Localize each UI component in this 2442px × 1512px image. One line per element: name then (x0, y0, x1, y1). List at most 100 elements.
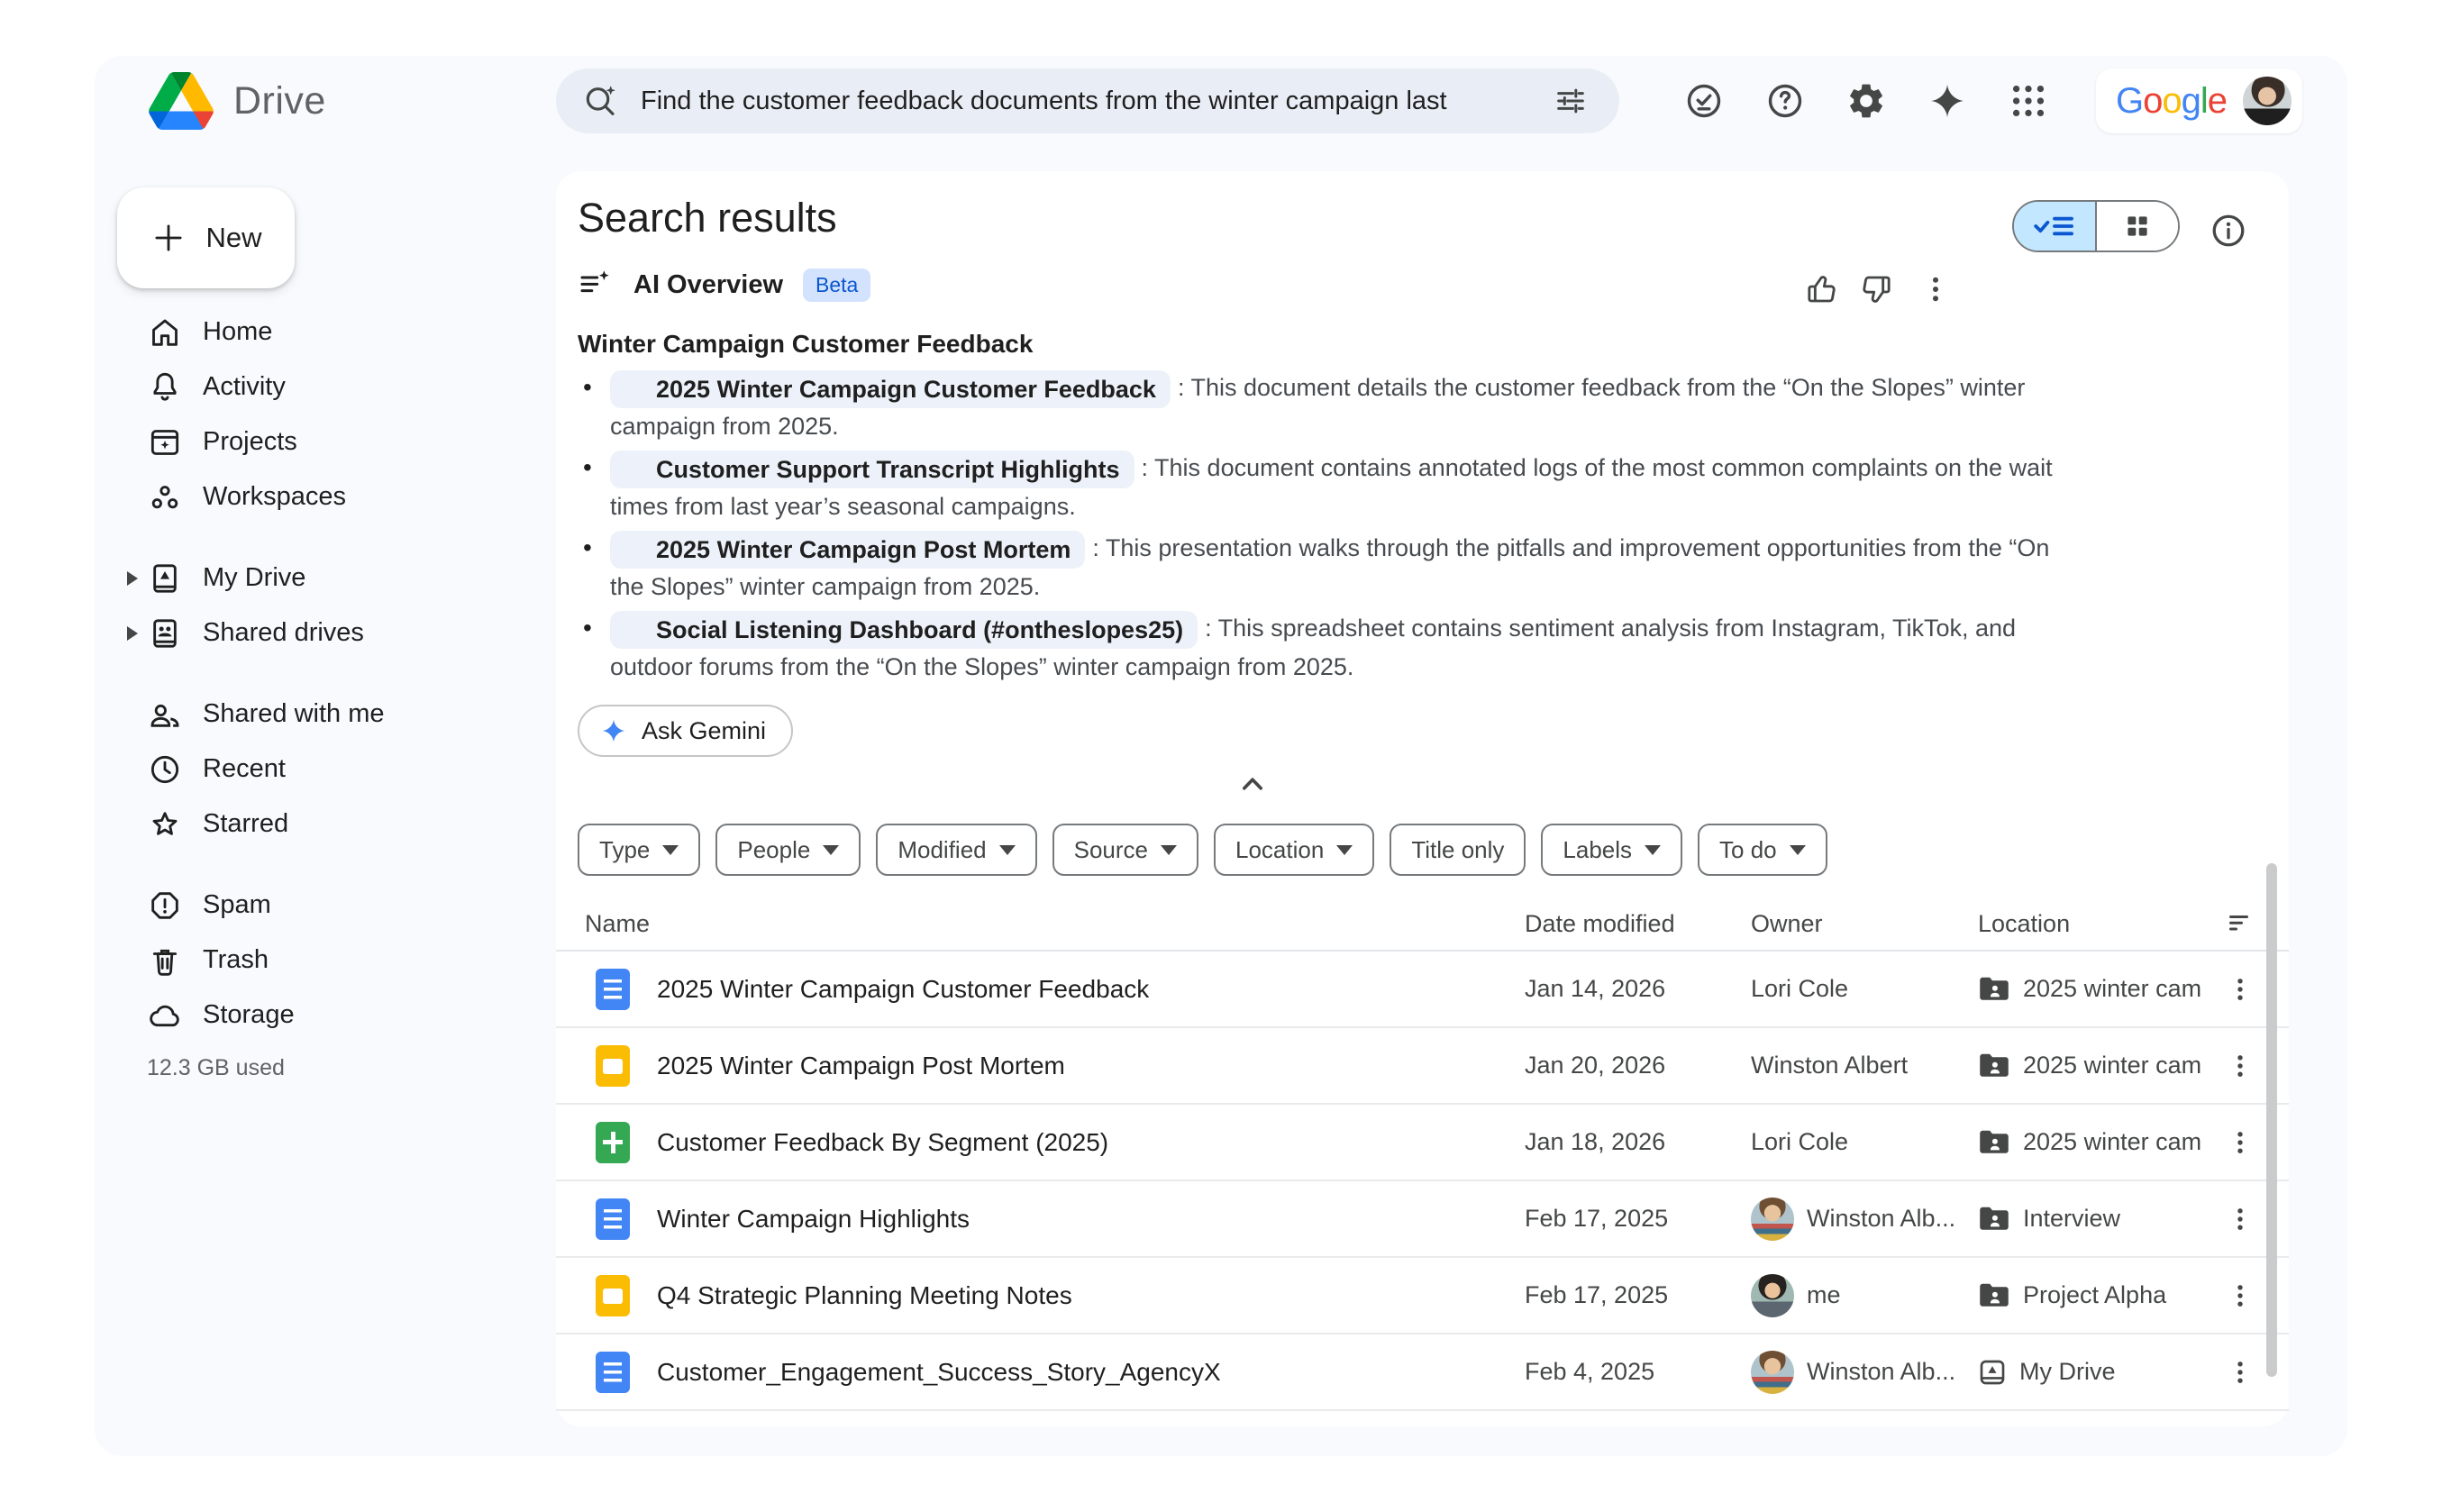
filter-chip[interactable]: People (715, 824, 861, 876)
file-type-icon (596, 1352, 630, 1393)
bell-icon (147, 369, 183, 405)
plus-icon (150, 219, 187, 257)
search-options-button[interactable] (1545, 76, 1596, 126)
sidebar-item-home[interactable]: Home (95, 305, 556, 360)
user-avatar[interactable] (2243, 77, 2292, 125)
results-table: Name Date modified Owner Location 2025 W… (556, 897, 2289, 1411)
column-header-date-modified[interactable]: Date modified (1525, 910, 1751, 938)
google-account-chip[interactable]: Google (2096, 68, 2302, 133)
file-row[interactable]: Customer Feedback By Segment (2025) Jan … (556, 1105, 2289, 1181)
sidebar-item-spam[interactable]: Spam (95, 878, 556, 933)
ai-overview-menu-button[interactable] (1915, 269, 1956, 310)
thumbs-down-button[interactable] (1857, 269, 1899, 310)
file-row[interactable]: 2025 Winter Campaign Customer Feedback J… (556, 952, 2289, 1028)
kebab-menu-icon (2225, 1357, 2255, 1388)
row-menu-button[interactable] (2220, 1353, 2260, 1392)
list-view-button[interactable] (2014, 202, 2095, 250)
ai-overview-bullet: 2025 Winter Campaign Customer Feedback: … (578, 369, 2073, 444)
row-menu-button[interactable] (2220, 1046, 2260, 1086)
file-type-icon (596, 1275, 630, 1316)
file-location: Interview (2023, 1205, 2120, 1233)
sidebar-item-activity[interactable]: Activity (95, 360, 556, 414)
collapse-ai-overview-button[interactable] (1227, 759, 1278, 809)
topbar-actions (1679, 76, 2054, 126)
chevron-down-icon (823, 845, 839, 855)
grid-view-button[interactable] (2095, 202, 2178, 250)
row-menu-button[interactable] (2220, 970, 2260, 1009)
cloud-icon (147, 997, 183, 1034)
sidebar-item-trash[interactable]: Trash (95, 933, 556, 988)
info-icon (2209, 211, 2248, 250)
file-row[interactable]: Customer_Engagement_Success_Story_Agency… (556, 1334, 2289, 1411)
help-button[interactable] (1760, 76, 1810, 126)
filter-chip[interactable]: To do (1698, 824, 1827, 876)
ai-overview-bullet: Social Listening Dashboard (#ontheslopes… (578, 610, 2073, 685)
document-chip[interactable]: 2025 Winter Campaign Customer Feedback (610, 370, 1171, 408)
sidebar-item-starred[interactable]: Starred (95, 797, 556, 852)
gemini-spark-button[interactable] (1922, 76, 1973, 126)
ai-overview-label: AI Overview (633, 270, 783, 300)
sidebar-item-recent[interactable]: Recent (95, 742, 556, 797)
view-toggle (2012, 200, 2180, 252)
sidebar-item-shared-drives[interactable]: Shared drives (95, 606, 556, 660)
expand-arrow-icon[interactable] (127, 571, 138, 586)
file-row[interactable]: Winter Campaign Highlights Feb 17, 2025 … (556, 1181, 2289, 1258)
sidebar-item-storage[interactable]: Storage (95, 988, 556, 1043)
file-row[interactable]: 2025 Winter Campaign Post Mortem Jan 20,… (556, 1028, 2289, 1105)
sidebar: New Home Activity Projects Workspaces My… (95, 171, 556, 1081)
expand-arrow-icon[interactable] (127, 626, 138, 641)
ai-overview-icon (578, 267, 614, 303)
details-info-button[interactable] (2203, 205, 2254, 256)
thumbs-up-icon (1802, 271, 1838, 307)
document-chip[interactable]: Customer Support Transcript Highlights (610, 451, 1134, 488)
main-panel: Search results AI Overview Beta (556, 171, 2289, 1426)
column-header-name[interactable]: Name (585, 910, 1525, 938)
drive-triangle-icon (149, 72, 214, 130)
kebab-menu-icon (2225, 1051, 2255, 1081)
owner-name: me (1807, 1281, 1841, 1309)
sidebar-item-my-drive[interactable]: My Drive (95, 551, 556, 606)
google-wordmark: Google (2116, 81, 2227, 122)
sort-button[interactable] (2220, 907, 2260, 940)
search-bar[interactable] (556, 68, 1619, 133)
kebab-menu-icon (2225, 1127, 2255, 1158)
document-chip[interactable]: 2025 Winter Campaign Post Mortem (610, 531, 1085, 569)
drive-logo[interactable]: Drive (149, 68, 326, 133)
document-chip[interactable]: Social Listening Dashboard (#ontheslopes… (610, 611, 1198, 649)
thumbs-up-button[interactable] (1800, 269, 1841, 310)
apps-grid-button[interactable] (2003, 76, 2054, 126)
scrollbar-thumb[interactable] (2266, 863, 2277, 1377)
thumbs-down-icon (1860, 271, 1896, 307)
sidebar-item-workspaces[interactable]: Workspaces (95, 469, 556, 524)
offline-status-button[interactable] (1679, 76, 1729, 126)
filter-chip[interactable]: Labels (1541, 824, 1682, 876)
search-input[interactable] (641, 87, 1524, 116)
column-header-location[interactable]: Location (1978, 910, 2220, 938)
row-menu-button[interactable] (2220, 1199, 2260, 1239)
sidebar-item-projects[interactable]: Projects (95, 414, 556, 469)
top-bar: Drive (95, 56, 2347, 146)
sidebar-item-shared-with-me[interactable]: Shared with me (95, 687, 556, 742)
filter-chip[interactable]: Location (1214, 824, 1374, 876)
ai-overview-actions (1800, 269, 1956, 310)
filter-chip[interactable]: Type (578, 824, 700, 876)
page-title: Search results (578, 195, 837, 241)
filter-chip[interactable]: Modified (876, 824, 1036, 876)
column-header-owner[interactable]: Owner (1751, 910, 1978, 938)
settings-gear-button[interactable] (1841, 76, 1891, 126)
filter-chip[interactable]: Title only (1390, 824, 1526, 876)
ai-overview-bullet: Customer Support Transcript Highlights: … (578, 450, 2073, 524)
chevron-down-icon (1161, 845, 1177, 855)
new-button[interactable]: New (117, 187, 295, 288)
file-type-icon (596, 1045, 630, 1087)
filter-chip[interactable]: Source (1052, 824, 1198, 876)
owner-name: Winston Albert (1751, 1052, 1908, 1079)
file-name: 2025 Winter Campaign Post Mortem (657, 1052, 1065, 1080)
row-menu-button[interactable] (2220, 1123, 2260, 1162)
chevron-down-icon (1336, 845, 1353, 855)
ai-overview-header: AI Overview Beta (578, 267, 870, 303)
filter-chips: Type People Modified Source Location Tit… (578, 824, 1827, 876)
file-row[interactable]: Q4 Strategic Planning Meeting Notes Feb … (556, 1258, 2289, 1334)
ask-gemini-button[interactable]: Ask Gemini (578, 705, 793, 757)
row-menu-button[interactable] (2220, 1276, 2260, 1316)
